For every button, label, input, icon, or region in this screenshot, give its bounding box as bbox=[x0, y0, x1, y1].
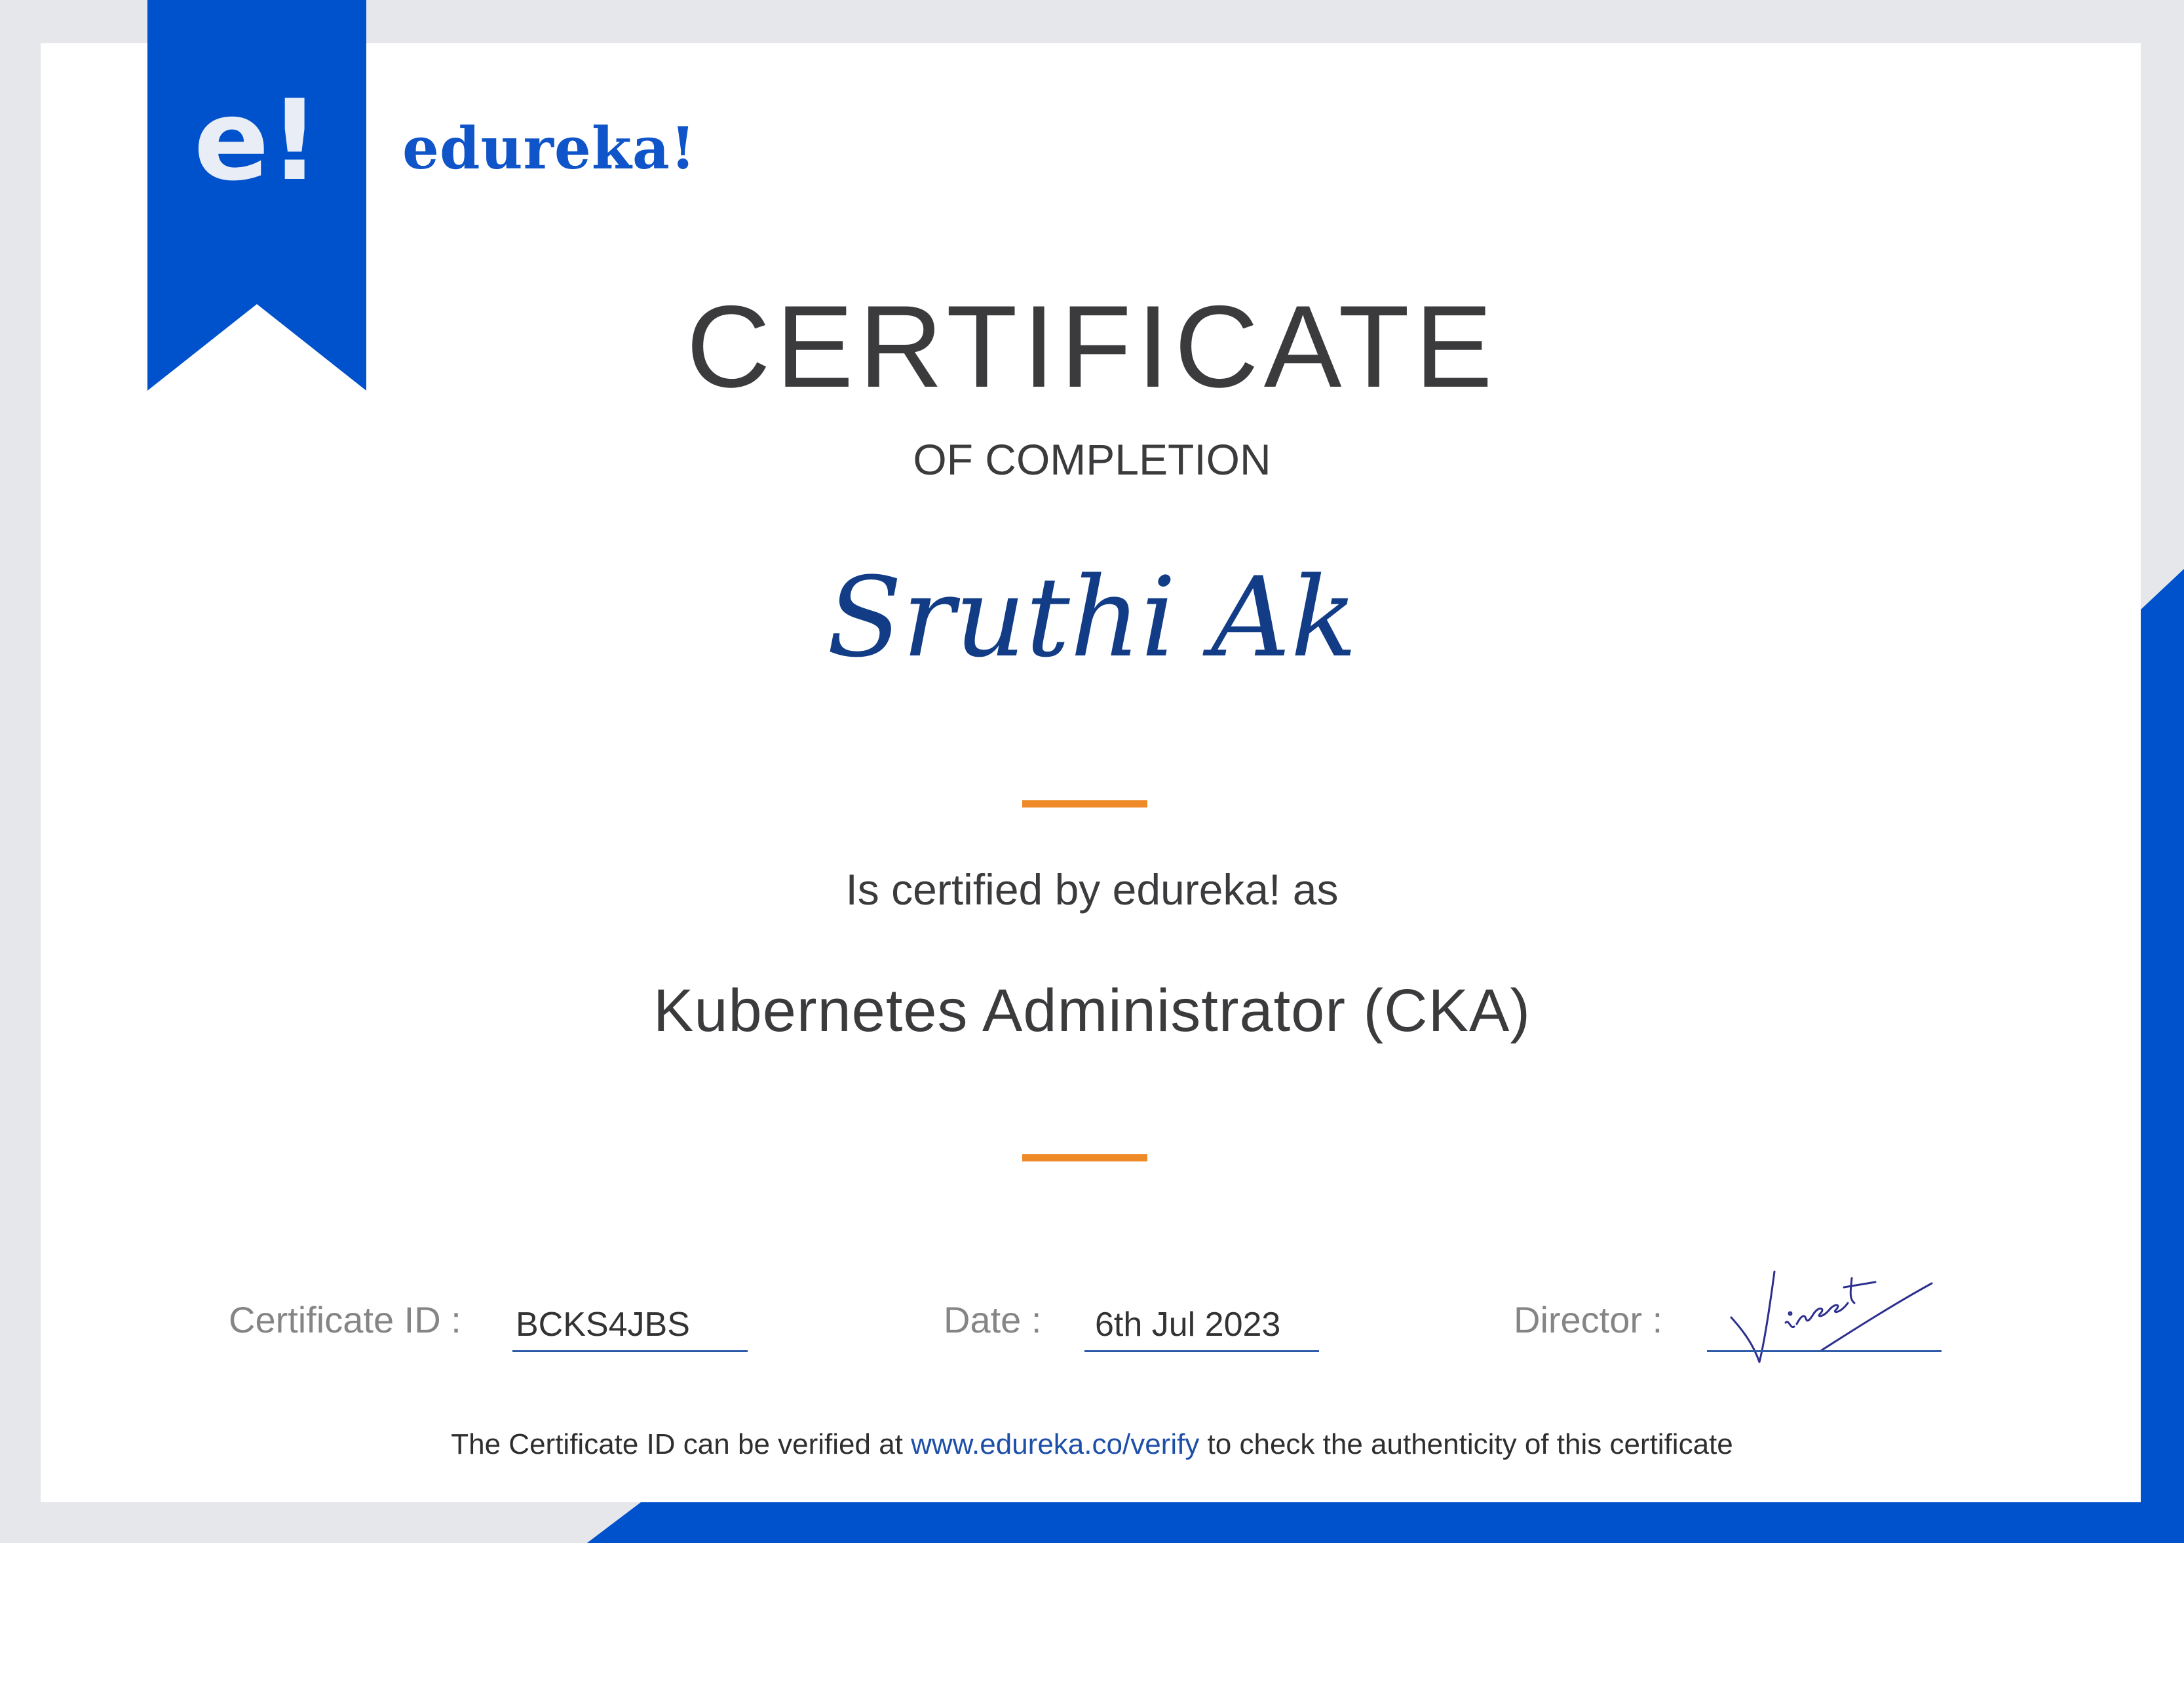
certificate-id-label: Certificate ID : bbox=[229, 1299, 461, 1340]
edureka-ribbon-logo: e! bbox=[193, 76, 320, 206]
date-value: 6th Jul 2023 bbox=[1095, 1306, 1281, 1344]
edureka-logo: edureka! bbox=[402, 114, 697, 182]
date-underline bbox=[1084, 1350, 1319, 1352]
director-underline bbox=[1707, 1350, 1942, 1352]
verification-note: The Certificate ID can be verified at ww… bbox=[0, 1430, 2184, 1459]
verify-text-before: The Certificate ID can be verified at bbox=[451, 1428, 903, 1460]
verify-text-after: to check the authenticity of this certif… bbox=[1207, 1428, 1733, 1460]
director-label: Director : bbox=[1514, 1299, 1663, 1340]
date-label: Date : bbox=[944, 1299, 1042, 1340]
course-name: Kubernetes Administrator (CKA) bbox=[653, 977, 1531, 1044]
certified-by-text: Is certified by edureka! as bbox=[845, 865, 1339, 914]
certificate-subtitle: OF COMPLETION bbox=[913, 435, 1271, 484]
accent-divider-bottom bbox=[1022, 1154, 1147, 1161]
certificate-id-underline bbox=[512, 1350, 748, 1352]
accent-divider-top bbox=[1022, 800, 1147, 808]
certificate-id-value: BCKS4JBS bbox=[516, 1306, 690, 1344]
certificate-title: CERTIFICATE bbox=[686, 281, 1498, 412]
verify-url-link[interactable]: www.edureka.co/verify bbox=[911, 1428, 1199, 1460]
director-signature bbox=[1730, 1270, 1933, 1363]
recipient-name: Sruthi Ak bbox=[826, 553, 1358, 682]
